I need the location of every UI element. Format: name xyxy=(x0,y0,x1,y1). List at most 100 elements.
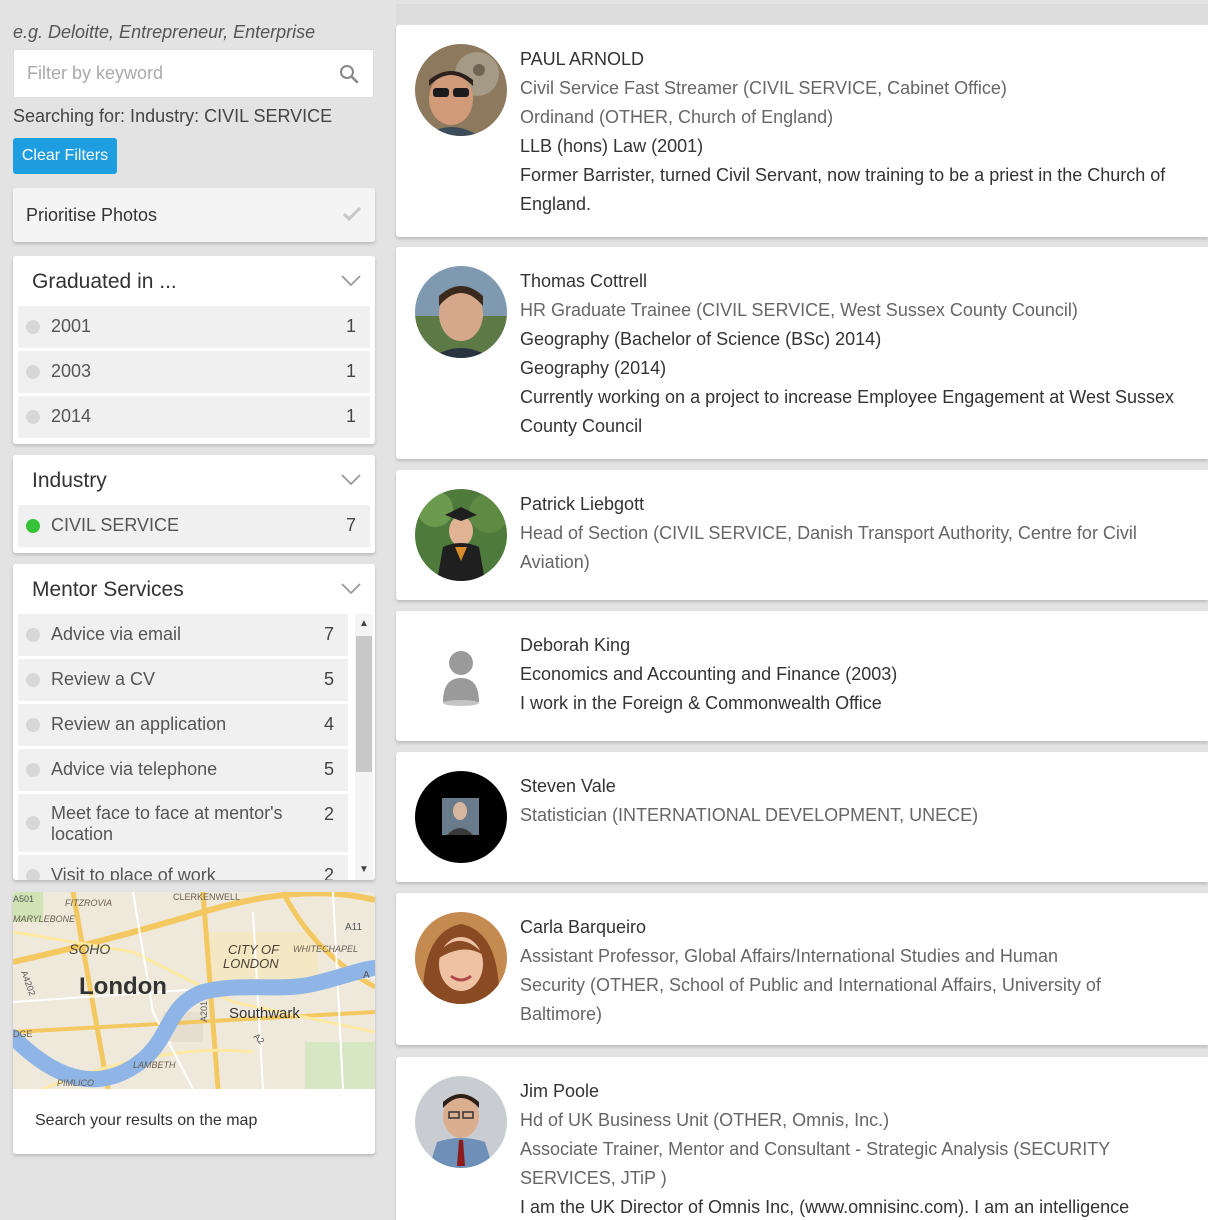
result-details: Carla Barqueiro Assistant Professor, Glo… xyxy=(520,913,1200,1029)
svg-text:LAMBETH: LAMBETH xyxy=(133,1060,176,1070)
map-card[interactable]: A501 FITZROVIA CLERKENWELL MARYLEBONE A1… xyxy=(13,892,375,1154)
result-line: England. xyxy=(520,194,592,214)
result-name[interactable]: PAUL ARNOLD xyxy=(520,45,1200,74)
result-card[interactable]: Carla Barqueiro Assistant Professor, Glo… xyxy=(396,893,1208,1045)
sidebar: e.g. Deloitte, Entrepreneur, Enterprise … xyxy=(0,0,388,1220)
radio-dot xyxy=(26,673,40,687)
avatar[interactable] xyxy=(415,1076,507,1168)
avatar[interactable] xyxy=(415,912,507,1004)
person-icon xyxy=(415,630,507,722)
result-name[interactable]: Carla Barqueiro xyxy=(520,913,1200,942)
result-line: Security (OTHER, School of Public and In… xyxy=(520,975,1101,995)
search-box xyxy=(13,49,374,98)
industry-facet: Industry CIVIL SERVICE 7 xyxy=(13,455,375,553)
radio-dot xyxy=(26,320,40,334)
keyword-filter-input[interactable] xyxy=(14,50,314,97)
facet-option-label: 2001 xyxy=(51,316,92,336)
mentor-services-facet: Mentor Services Advice via email 7 Revie… xyxy=(13,564,375,880)
facet-option-label: 2003 xyxy=(51,361,92,381)
chevron-down-icon[interactable] xyxy=(341,583,361,595)
result-line: LLB (hons) Law (2001) xyxy=(520,136,704,156)
results-list: PAUL ARNOLD Civil Service Fast Streamer … xyxy=(396,0,1208,1220)
map-search-caption[interactable]: Search your results on the map xyxy=(35,1112,257,1130)
facet-option-advice-email[interactable]: Advice via email 7 xyxy=(18,614,348,656)
result-details: Jim Poole Hd of UK Business Unit (OTHER,… xyxy=(520,1077,1200,1220)
facet-option-count: 5 xyxy=(323,759,334,779)
avatar[interactable] xyxy=(415,44,507,136)
result-name[interactable]: Deborah King xyxy=(520,631,1200,660)
result-card[interactable]: Steven Vale Statistician (INTERNATIONAL … xyxy=(396,752,1208,882)
result-line: I am the UK Director of Omnis Inc, (www.… xyxy=(520,1197,1130,1217)
svg-text:CITY OF: CITY OF xyxy=(228,942,280,957)
result-line: Assistant Professor, Global Affairs/Inte… xyxy=(520,946,1058,966)
result-line: Associate Trainer, Mentor and Consultant… xyxy=(520,1139,1111,1159)
default-avatar[interactable] xyxy=(415,630,507,722)
selected-dot xyxy=(26,519,40,533)
facet-option-review-cv[interactable]: Review a CV 5 xyxy=(18,659,348,701)
result-line: Geography (2014) xyxy=(520,358,667,378)
scroll-thumb[interactable] xyxy=(356,636,372,772)
result-line: Geography (Bachelor of Science (BSc) 201… xyxy=(520,329,882,349)
svg-text:Southwark: Southwark xyxy=(229,1005,300,1022)
avatar[interactable] xyxy=(415,771,507,863)
facet-option-civil-service[interactable]: CIVIL SERVICE 7 xyxy=(18,505,370,547)
result-details: PAUL ARNOLD Civil Service Fast Streamer … xyxy=(520,45,1200,219)
mentor-scrollbar[interactable]: ▲ ▼ xyxy=(355,614,373,880)
facet-option-visit-workplace[interactable]: Visit to place of work 2 xyxy=(18,855,348,880)
facet-option-count: 5 xyxy=(323,669,334,689)
result-line: Economics and Accounting and Finance (20… xyxy=(520,664,898,684)
facet-option-advice-telephone[interactable]: Advice via telephone 5 xyxy=(18,749,348,791)
clear-filters-button[interactable]: Clear Filters xyxy=(13,138,117,174)
facet-option-label: Review a CV xyxy=(51,669,156,689)
result-details: Patrick Liebgott Head of Section (CIVIL … xyxy=(520,490,1200,577)
search-icon[interactable] xyxy=(339,64,359,84)
facet-option-meet-face[interactable]: Meet face to face at mentor's location 2 xyxy=(18,794,348,852)
chevron-down-icon[interactable] xyxy=(341,474,361,486)
result-line: Aviation) xyxy=(520,552,590,572)
svg-text:A11: A11 xyxy=(345,922,362,933)
facet-option-label: 2014 xyxy=(51,406,92,426)
result-card[interactable]: Thomas Cottrell HR Graduate Trainee (CIV… xyxy=(396,247,1208,459)
svg-text:LONDON: LONDON xyxy=(223,956,279,971)
facet-option-count: 1 xyxy=(345,316,356,336)
scroll-down-icon[interactable]: ▼ xyxy=(355,862,373,878)
prioritise-photos-toggle[interactable]: Prioritise Photos xyxy=(13,188,375,242)
facet-option-review-application[interactable]: Review an application 4 xyxy=(18,704,348,746)
result-line: Former Barrister, turned Civil Servant, … xyxy=(520,165,1166,185)
facet-option-count: 7 xyxy=(323,624,334,644)
result-details: Thomas Cottrell HR Graduate Trainee (CIV… xyxy=(520,267,1200,441)
result-name[interactable]: Patrick Liebgott xyxy=(520,490,1200,519)
facet-option-2014[interactable]: 2014 1 xyxy=(18,396,370,438)
svg-text:London: London xyxy=(79,973,167,1000)
result-name[interactable]: Steven Vale xyxy=(520,772,1200,801)
radio-dot xyxy=(26,763,40,777)
result-line: Hd of UK Business Unit (OTHER, Omnis, In… xyxy=(520,1110,890,1130)
facet-option-label: Meet face to face at mentor's location xyxy=(51,803,283,844)
result-line: I work in the Foreign & Commonwealth Off… xyxy=(520,693,882,713)
result-card[interactable]: Patrick Liebgott Head of Section (CIVIL … xyxy=(396,470,1208,600)
result-name[interactable]: Thomas Cottrell xyxy=(520,267,1200,296)
result-card[interactable]: Jim Poole Hd of UK Business Unit (OTHER,… xyxy=(396,1057,1208,1220)
result-card[interactable]: PAUL ARNOLD Civil Service Fast Streamer … xyxy=(396,25,1208,237)
avatar[interactable] xyxy=(415,266,507,358)
result-card[interactable]: Deborah King Economics and Accounting an… xyxy=(396,611,1208,741)
svg-text:CLERKENWELL: CLERKENWELL xyxy=(173,892,240,902)
facet-option-count: 4 xyxy=(323,714,334,734)
svg-text:SOHO: SOHO xyxy=(69,941,110,957)
facet-option-2003[interactable]: 2003 1 xyxy=(18,351,370,393)
filter-hint: e.g. Deloitte, Entrepreneur, Enterprise xyxy=(13,22,316,42)
facet-option-2001[interactable]: 2001 1 xyxy=(18,306,370,348)
london-map[interactable]: A501 FITZROVIA CLERKENWELL MARYLEBONE A1… xyxy=(13,892,375,1089)
facet-option-label: Advice via telephone xyxy=(51,759,218,779)
result-line: Statistician (INTERNATIONAL DEVELOPMENT,… xyxy=(520,805,979,825)
avatar[interactable] xyxy=(415,489,507,581)
facet-option-count: 1 xyxy=(345,361,356,381)
radio-dot xyxy=(26,410,40,424)
prioritise-photos-label: Prioritise Photos xyxy=(26,205,158,225)
result-line: SERVICES, JTiP ) xyxy=(520,1168,667,1188)
scroll-up-icon[interactable]: ▲ xyxy=(355,616,373,632)
result-name[interactable]: Jim Poole xyxy=(520,1077,1200,1106)
svg-text:PIMLICO: PIMLICO xyxy=(57,1078,94,1088)
mentor-options-list: Advice via email 7 Review a CV 5 Review … xyxy=(13,614,375,880)
chevron-down-icon[interactable] xyxy=(341,275,361,287)
